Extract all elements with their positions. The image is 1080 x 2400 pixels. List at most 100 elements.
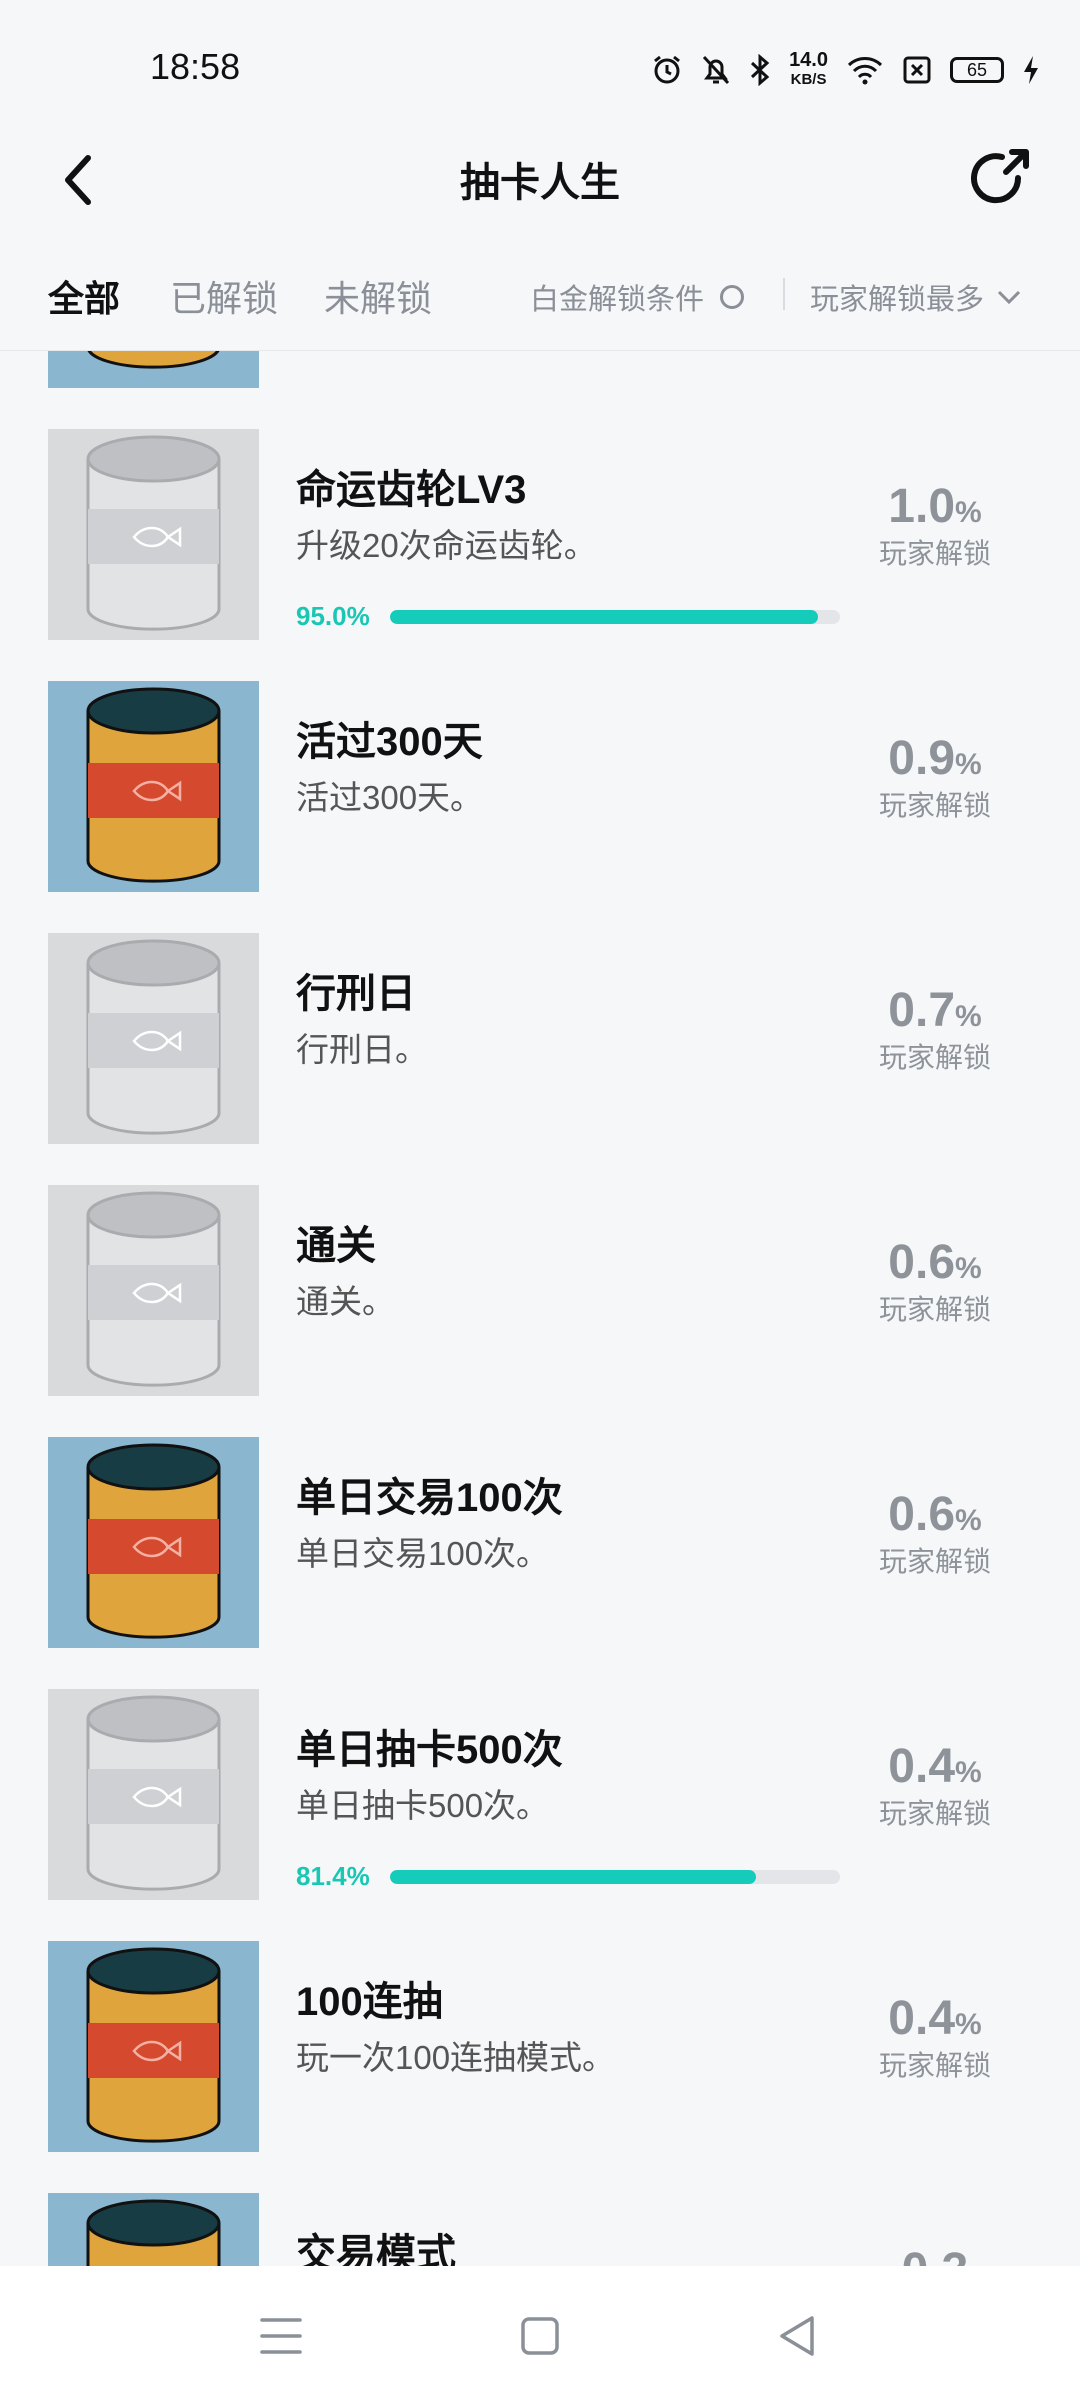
sort-dropdown[interactable]: 玩家解锁最多 — [810, 276, 1022, 318]
unlock-rate-unit: % — [955, 2008, 982, 2041]
status-time: 18:58 — [150, 46, 241, 87]
platinum-filter-label: 白金解锁条件 — [530, 284, 705, 316]
item-desc: 行刑日。 — [296, 1031, 428, 1068]
net-speed: 14.0 KB/S — [789, 50, 828, 90]
fish-can-icon — [48, 933, 259, 1144]
list-item[interactable] — [0, 351, 1080, 429]
share-icon — [971, 149, 1029, 204]
unlock-rate-value: 0.4 — [888, 1740, 956, 1793]
sim-off-icon — [903, 56, 931, 84]
unlock-rate: 0.6% 玩家解锁 — [860, 1235, 1010, 1328]
unlock-rate-label: 玩家解锁 — [878, 1294, 991, 1325]
item-desc: 活过300天。 — [296, 779, 484, 816]
unlock-rate-unit: % — [955, 1504, 982, 1537]
unlock-rate-value: 0.6 — [888, 1488, 956, 1541]
item-title: 行刑日 — [296, 972, 416, 1016]
wifi-icon — [847, 57, 883, 85]
bluetooth-icon — [751, 54, 770, 86]
item-title: 活过300天 — [296, 720, 483, 764]
item-title: 单日抽卡500次 — [296, 1728, 563, 1772]
tab-all[interactable]: 全部 — [48, 270, 120, 322]
progress-fill — [390, 609, 818, 624]
unlock-rate-value: 0.3 — [902, 2244, 969, 2266]
fish-can-icon — [48, 2193, 259, 2266]
fish-can-icon — [48, 1185, 259, 1396]
item-desc: 单日抽卡500次。 — [296, 1787, 550, 1824]
tab-unlocked[interactable]: 已解锁 — [170, 270, 278, 322]
status-icons: 14.0 KB/S 65 — [651, 50, 1040, 90]
chevron-down-icon — [997, 290, 1021, 305]
item-title: 单日交易100次 — [296, 1476, 563, 1520]
unlock-rate-unit: % — [955, 496, 982, 529]
app-header: 抽卡人生 — [0, 130, 1080, 240]
unlock-rate: 0.9% 玩家解锁 — [860, 731, 1010, 824]
progress-label: 81.4% — [296, 1861, 370, 1891]
net-speed-unit: KB/S — [790, 71, 827, 88]
list-item[interactable]: 活过300天 活过300天。 0.9% 玩家解锁 — [0, 681, 1080, 933]
menu-icon — [260, 2318, 302, 2354]
list-item[interactable]: 单日抽卡500次 单日抽卡500次。 81.4% 0.4% 玩家解锁 — [0, 1689, 1080, 1941]
progress: 95.0% — [296, 601, 840, 632]
item-desc: 单日交易100次。 — [296, 1535, 550, 1572]
unlock-rate: 1.0% 玩家解锁 — [860, 479, 1010, 572]
alarm-icon — [654, 55, 680, 84]
unlock-rate: 0.3 — [860, 2243, 1010, 2266]
achievement-list: 命运齿轮LV3 升级20次命运齿轮。 95.0% 1.0% 玩家解锁 活过300… — [0, 351, 1080, 2266]
battery-indicator: 65 — [950, 57, 1004, 83]
triangle-back-icon — [780, 2316, 814, 2356]
progress: 81.4% — [296, 1861, 840, 1892]
unlock-rate-value: 0.6 — [888, 1236, 956, 1289]
fish-can-icon — [48, 351, 259, 388]
unlock-rate: 0.7% 玩家解锁 — [860, 983, 1010, 1076]
unlock-rate-label: 玩家解锁 — [878, 1042, 991, 1073]
home-button[interactable] — [510, 2306, 570, 2366]
unlock-rate-unit: % — [955, 748, 982, 781]
unlock-rate-value: 0.4 — [888, 1992, 956, 2045]
item-title: 100连抽 — [296, 1980, 443, 2024]
unlock-rate-value: 0.9 — [888, 732, 956, 785]
progress-bar — [390, 609, 840, 624]
progress-fill — [390, 1869, 757, 1884]
share-button[interactable] — [966, 142, 1036, 212]
fish-can-icon — [48, 1437, 259, 1648]
home-square-icon — [521, 2317, 559, 2355]
list-item[interactable]: 通关 通关。 0.6% 玩家解锁 — [0, 1185, 1080, 1437]
divider — [783, 278, 785, 310]
list-item[interactable]: 命运齿轮LV3 升级20次命运齿轮。 95.0% 1.0% 玩家解锁 — [0, 429, 1080, 681]
net-speed-value: 14.0 — [789, 49, 828, 71]
unlock-rate-label: 玩家解锁 — [878, 1546, 991, 1577]
unlock-rate-label: 玩家解锁 — [878, 1798, 991, 1829]
radio-icon — [720, 285, 745, 309]
unlock-rate-value: 0.7 — [888, 984, 956, 1037]
fish-can-icon — [48, 1941, 259, 2152]
platinum-filter-toggle[interactable]: 白金解锁条件 — [530, 276, 745, 318]
fish-can-icon — [48, 681, 259, 892]
item-desc: 通关。 — [296, 1283, 395, 1320]
progress-label: 95.0% — [296, 601, 370, 631]
page-title: 抽卡人生 — [460, 161, 620, 205]
charging-icon — [1024, 56, 1038, 84]
progress-bar — [390, 1869, 840, 1884]
item-title: 交易模式 — [296, 2232, 456, 2266]
list-item[interactable]: 单日交易100次 单日交易100次。 0.6% 玩家解锁 — [0, 1437, 1080, 1689]
fish-can-icon — [48, 1689, 259, 1900]
list-item[interactable]: 行刑日 行刑日。 0.7% 玩家解锁 — [0, 933, 1080, 1185]
unlock-rate: 0.4% 玩家解锁 — [860, 1739, 1010, 1832]
filter-bar: 全部 已解锁 未解锁 白金解锁条件 玩家解锁最多 — [0, 250, 1080, 351]
bell-off-icon — [702, 55, 730, 85]
unlock-rate-unit: % — [955, 1756, 982, 1789]
list-item[interactable]: 100连抽 玩一次100连抽模式。 0.4% 玩家解锁 — [0, 1941, 1080, 2193]
item-title: 命运齿轮LV3 — [296, 468, 527, 512]
tab-locked[interactable]: 未解锁 — [324, 270, 432, 322]
item-title: 通关 — [296, 1224, 376, 1268]
item-desc: 升级20次命运齿轮。 — [296, 527, 597, 564]
status-bar: 18:58 14.0 KB/S 65 — [0, 0, 1080, 130]
unlock-rate: 0.4% 玩家解锁 — [860, 1991, 1010, 2084]
unlock-rate-unit: % — [955, 1252, 982, 1285]
unlock-rate-label: 玩家解锁 — [878, 538, 991, 569]
menu-button[interactable] — [252, 2306, 312, 2366]
list-item[interactable]: 交易模式 0.3 — [0, 2193, 1080, 2266]
back-nav-button[interactable] — [768, 2306, 828, 2366]
fish-can-icon — [48, 429, 259, 640]
unlock-rate: 0.6% 玩家解锁 — [860, 1487, 1010, 1580]
